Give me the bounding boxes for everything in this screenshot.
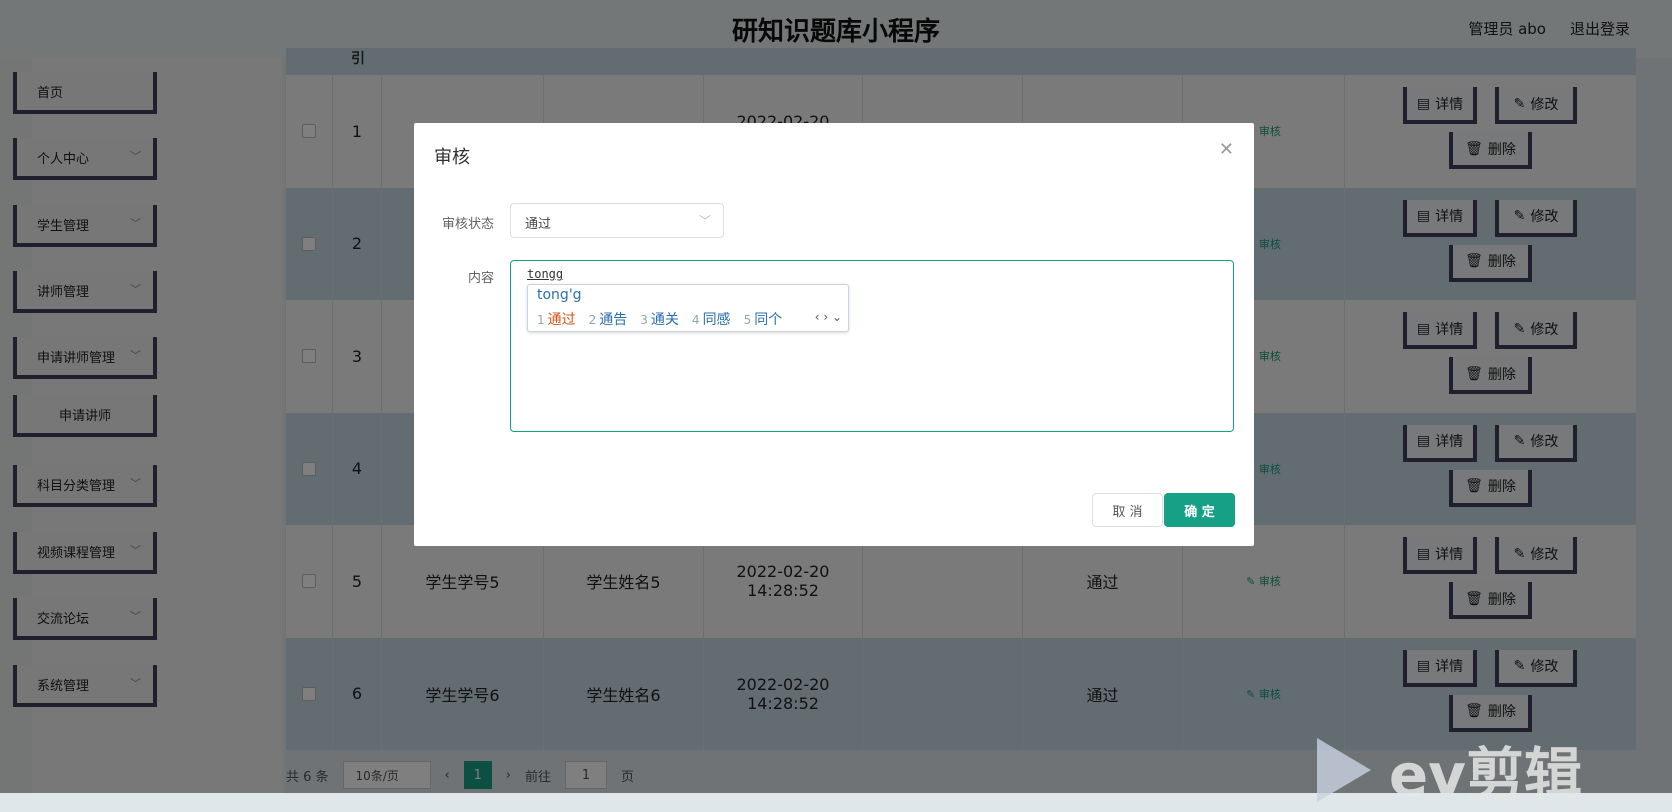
audit-dialog: 审核 ✕ 审核状态 通过 ﹀ 内容 tongg tong'g 1 通过 2 通告 3 通关 4… (414, 123, 1254, 546)
confirm-button[interactable]: 确 定 (1164, 493, 1235, 527)
status-label: 审核状态 (441, 217, 494, 232)
watermark-logo: ev剪辑 (1316, 728, 1582, 812)
chevron-down-icon: ﹀ (698, 214, 711, 228)
status-select[interactable]: 通过 ﹀ (510, 203, 724, 238)
close-icon[interactable]: ✕ (1219, 139, 1234, 160)
ime-candidate[interactable]: 2 通告 (589, 309, 628, 329)
ime-candidate[interactable]: 3 通关 (640, 309, 679, 329)
typed-text: tongg (527, 267, 564, 281)
dialog-title: 审核 (434, 147, 470, 168)
ime-candidate[interactable]: 5 同个 (744, 309, 783, 329)
content-label: 内容 (467, 271, 494, 286)
cancel-button[interactable]: 取 消 (1092, 493, 1163, 527)
ime-pinyin: tong'g (537, 287, 582, 303)
ime-candidate[interactable]: 1 通过 (537, 309, 576, 329)
ime-candidate-popup: tong'g 1 通过 2 通告 3 通关 4 同感 5 同个 ‹ › ⌄ (527, 284, 849, 332)
ime-candidate[interactable]: 4 同感 (692, 309, 731, 329)
ime-page-arrows-icon[interactable]: ‹ › ⌄ (815, 310, 842, 324)
content-textarea[interactable]: tongg tong'g 1 通过 2 通告 3 通关 4 同感 5 同个 ‹ › ⌄ (510, 260, 1234, 432)
play-icon (1316, 738, 1371, 802)
